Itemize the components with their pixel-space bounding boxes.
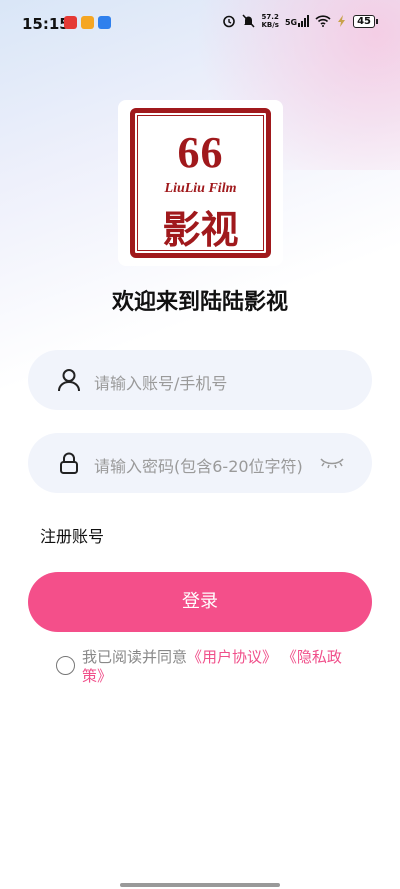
signal-group: 5G [284,15,310,27]
status-time: 15:15 [22,15,70,33]
eye-closed-icon[interactable] [318,455,346,471]
home-indicator [120,883,280,887]
logo-seal-frame: 66 LiuLiu Film 影视 [130,108,271,258]
agreement-text: 我已阅读并同意《用户协议》 《隐私政策》 [82,648,362,686]
user-agreement-link[interactable]: 《用户协议》 [187,648,277,666]
lock-icon [60,452,78,474]
welcome-title: 欢迎来到陆陆影视 [111,290,288,315]
user-icon [58,369,80,392]
password-placeholder[interactable]: 请输入密码(包含6-20位字符) [94,453,306,477]
alarm-icon [223,15,236,28]
netease-music-icon [64,16,77,29]
agreement-prefix: 我已阅读并同意 [82,648,188,666]
signal-bars-icon [298,15,310,27]
logo-chinese-text: 影视 [162,208,239,252]
app-logo: 66 LiuLiu Film 影视 [118,100,283,266]
charging-icon [338,15,346,27]
battery-icon: 45 [353,14,378,28]
register-account-link[interactable]: 注册账号 [40,523,104,547]
app-notification-icon [81,16,94,29]
logo-subtitle: LiuLiu Film [164,181,237,196]
password-input-field[interactable]: 请输入密码(包含6-20位字符) [28,433,372,493]
account-placeholder[interactable]: 请输入账号/手机号 [94,370,344,394]
status-bar: 15:15 57.2 KB/s 5G 45 [0,0,400,48]
agreement-checkbox[interactable] [56,656,75,675]
status-right: 57.2 KB/s 5G 45 [222,13,378,29]
network-type: 5G [284,18,298,27]
app-badge-icon [98,16,111,29]
logo-number: 66 [177,128,224,177]
wifi-icon [315,15,331,27]
mute-icon [242,14,256,28]
account-input-field[interactable]: 请输入账号/手机号 [28,350,372,410]
net-speed: 57.2 KB/s [261,13,279,29]
login-button[interactable]: 登录 [28,572,372,632]
notification-icons [64,16,111,29]
